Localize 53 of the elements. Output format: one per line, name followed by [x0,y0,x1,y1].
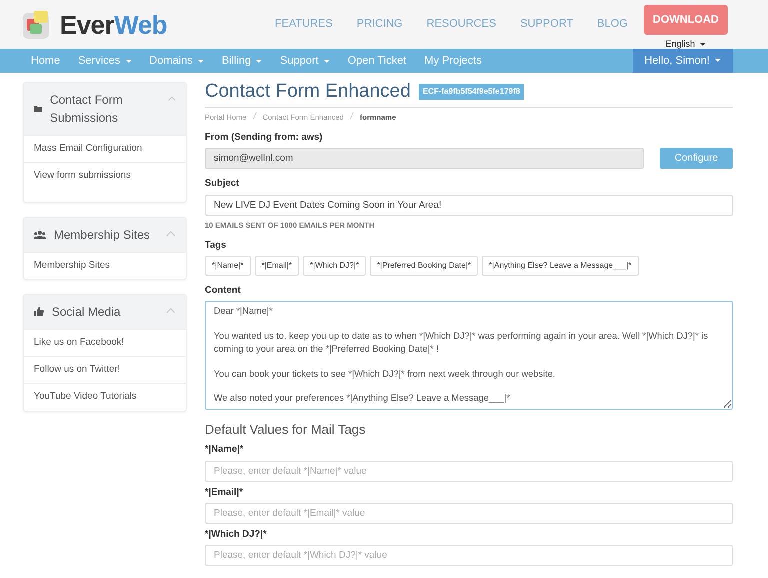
panel-title: Membership Sites [54,226,150,244]
nav-link[interactable]: Home [22,49,70,73]
tag-button[interactable]: *|Name|* [205,256,251,276]
breadcrumb-separator [252,112,257,120]
menu-link[interactable]: PRICING [356,16,403,33]
panel-title: Contact Form Submissions [50,92,124,127]
nav-link[interactable]: Domains [140,49,213,73]
page-title: Contact Form Enhanced [205,82,411,103]
logo-icon [22,10,52,40]
sidebar-item[interactable]: Mass Email Configuration [24,135,186,162]
sidebar-item[interactable]: Membership Sites [24,252,186,279]
field-label: Content [205,284,242,298]
tag-button[interactable]: *|Anything Else? Leave a Message___|* [482,256,639,276]
content-field[interactable]: Dear *|Name|* You wanted us to. keep you up to date as to when *|Which DJ?|* was performing again in your area. Well *|Which DJ?|* is coming to your area on the *|Preferred Booking Date|* ! You can book your tickets to see *|Which DJ?|* from next week through our website. We also noted your preferences *|Anything Else? Leave a Message___|* [205,301,733,410]
field-label: Subject [205,177,240,192]
field-label: Tags [205,238,228,253]
user-menu[interactable]: Hello, Simon! [632,49,733,73]
tag-button[interactable]: *|Which DJ?|* [303,256,366,276]
sidebar-item[interactable]: Follow us on Twitter! [24,356,186,384]
field-label: From (Sending from: aws) [205,131,324,146]
menu-link[interactable]: BLOG [597,16,628,33]
menu-link[interactable]: FEATURES [275,16,333,33]
sidebar-item[interactable]: View form submissions [24,162,186,190]
download-button[interactable]: DOWNLOAD [644,4,728,36]
nav-link[interactable]: Support [271,49,339,73]
default-value-field[interactable]: Please, enter default *|Name|* value [205,460,733,482]
nav-link[interactable]: Open Ticket [338,49,416,73]
tag-button[interactable]: *|Email|* [254,256,300,276]
nav-link[interactable]: Billing [212,49,272,73]
breadcrumb-separator [350,112,354,120]
brand-name: EverWeb [60,12,168,38]
chevron-icon[interactable] [166,230,176,236]
form-id-badge: ECF-fa9fb5f54f9e5fe179f8 [418,84,524,100]
default-value-field[interactable]: Please, enter default *|Which DJ?|* value [205,545,733,566]
nav-link[interactable]: My Projects [416,49,491,73]
nav-link[interactable]: Services [69,49,141,73]
default-value-field[interactable]: Please, enter default *|Email|* value [205,502,733,524]
field-label: *|Name|* [205,443,245,458]
sidebar-item[interactable]: YouTube Video Tutorials [24,383,186,410]
menu-link[interactable]: SUPPORT [520,16,574,33]
field-label: *|Email|* [205,486,244,500]
chevron-icon[interactable] [168,96,176,102]
folder-icon [34,105,42,113]
thumbs-up-icon [34,307,44,316]
menu-link[interactable]: RESOURCES [426,16,496,33]
chevron-icon[interactable] [166,308,176,314]
sidebar-item[interactable]: Like us on Facebook! [24,328,186,356]
field-label: *|Which DJ?|* [205,528,268,542]
tag-button[interactable]: *|Preferred Booking Date|* [370,256,478,276]
panel-title: Social Media [52,304,121,321]
section-title: Default Values for Mail Tags [205,420,367,439]
users-icon [34,230,46,238]
subject-field[interactable]: New LIVE DJ Event Dates Coming Soon in Your Area! [205,194,733,216]
